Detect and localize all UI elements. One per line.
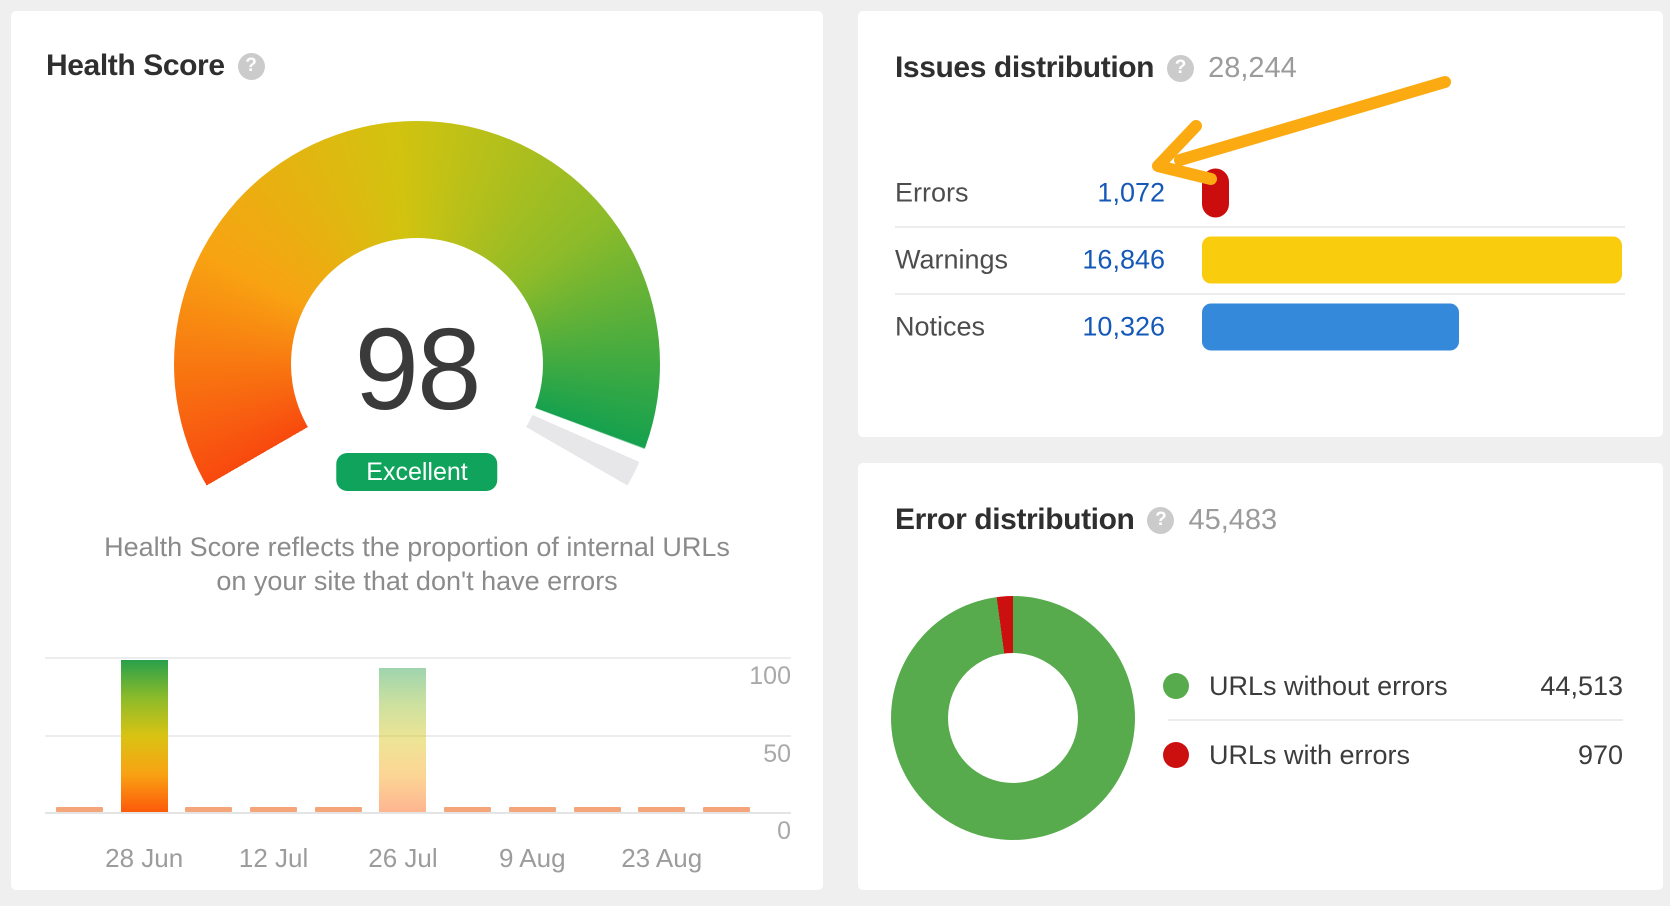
history-stub <box>638 807 685 812</box>
legend-label: URLs with errors <box>1209 740 1578 771</box>
description-line: on your site that don't have errors <box>11 564 823 598</box>
history-stub <box>703 807 750 812</box>
x-axis-tick-label: 26 Jul <box>368 843 437 874</box>
error-distribution-card: Error distribution ? 45,483 URLs without… <box>858 463 1663 890</box>
history-stub-slot <box>315 648 362 814</box>
issue-count-link[interactable]: 10,326 <box>895 312 1165 343</box>
errors-bar <box>1202 169 1229 218</box>
errors-header: Error distribution ? 45,483 <box>895 503 1277 537</box>
errors-title: Error distribution <box>895 503 1134 537</box>
x-axis-tick-label: 9 Aug <box>499 843 566 874</box>
help-icon[interactable]: ? <box>238 53 265 80</box>
history-bars: 28 Jun 12 Jul 26 Jul 9 Aug 23 Aug <box>56 648 750 814</box>
legend-item-with-errors: URLs with errors 970 <box>1163 722 1623 788</box>
issues-total-count: 28,244 <box>1208 52 1297 85</box>
issues-title: Issues distribution <box>895 51 1154 85</box>
health-score-history-chart: 100 50 0 28 Jun12 Jul26 Jul9 Aug23 Aug <box>45 648 791 888</box>
history-stub <box>185 807 232 812</box>
warnings-bar <box>1202 237 1622 284</box>
history-bar-slot: 26 Jul <box>379 648 426 814</box>
issues-header: Issues distribution ? 28,244 <box>895 51 1297 85</box>
donut-hole <box>948 653 1078 783</box>
history-stub-slot <box>574 648 621 814</box>
history-stub <box>444 807 491 812</box>
issues-distribution-card: Issues distribution ? 28,244 Errors 1,07… <box>858 11 1663 437</box>
issue-count-link[interactable]: 16,846 <box>895 245 1165 276</box>
history-stub <box>509 807 556 812</box>
history-stub <box>56 807 103 812</box>
issue-row-warnings: Warnings 16,846 <box>895 227 1625 293</box>
history-bar-slot: 28 Jun <box>121 648 168 814</box>
x-axis-tick-label: 12 Jul <box>239 843 308 874</box>
health-score-badge: Excellent <box>336 453 497 491</box>
history-stub-slot: 9 Aug <box>509 648 556 814</box>
history-stub-slot <box>703 648 750 814</box>
health-score-header: Health Score ? <box>46 49 265 83</box>
help-icon[interactable]: ? <box>1147 507 1174 534</box>
x-axis-tick-label: 23 Aug <box>621 843 702 874</box>
history-stub <box>250 807 297 812</box>
legend-label: URLs without errors <box>1209 671 1540 702</box>
history-stub-slot: 23 Aug <box>638 648 685 814</box>
notices-bar <box>1202 304 1459 351</box>
x-axis-tick-label: 28 Jun <box>105 843 183 874</box>
health-score-description: Health Score reflects the proportion of … <box>11 530 823 598</box>
help-icon[interactable]: ? <box>1167 55 1194 82</box>
dashboard: { "page": { "background": "#efeff0", "ca… <box>0 0 1670 906</box>
errors-total-count: 45,483 <box>1188 504 1277 537</box>
description-line: Health Score reflects the proportion of … <box>11 530 823 564</box>
issue-row-errors: Errors 1,072 <box>895 160 1625 226</box>
history-bar[interactable] <box>379 668 426 812</box>
legend-value: 44,513 <box>1540 671 1623 702</box>
health-score-title: Health Score <box>46 49 225 83</box>
y-axis-tick-label: 0 <box>721 817 791 846</box>
issue-row-notices: Notices 10,326 <box>895 294 1625 360</box>
health-score-value: 98 <box>11 311 823 427</box>
legend-item-without-errors: URLs without errors 44,513 <box>1163 653 1623 719</box>
history-stub-slot <box>185 648 232 814</box>
legend-color-dot <box>1163 673 1189 699</box>
history-stub-slot: 12 Jul <box>250 648 297 814</box>
issue-count-link[interactable]: 1,072 <box>895 178 1165 209</box>
history-stub <box>574 807 621 812</box>
divider <box>1168 719 1623 721</box>
history-stub <box>315 807 362 812</box>
history-stub-slot <box>444 648 491 814</box>
legend-color-dot <box>1163 742 1189 768</box>
legend-value: 970 <box>1578 740 1623 771</box>
health-score-card: Health Score ? 98 Excellent Health Score… <box>11 11 823 890</box>
history-stub-slot <box>56 648 103 814</box>
history-bar[interactable] <box>121 660 168 812</box>
